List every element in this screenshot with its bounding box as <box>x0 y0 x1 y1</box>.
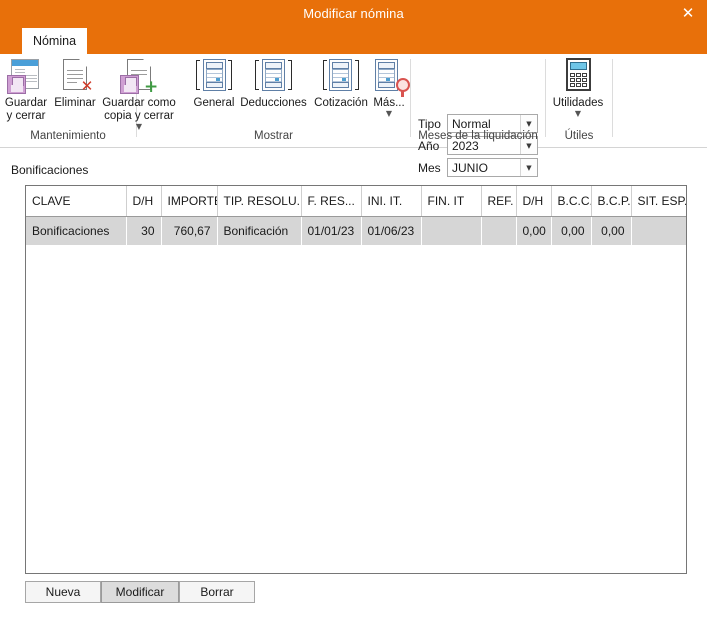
ribbon-button-eliminar[interactable]: ✕ Eliminar <box>52 57 98 110</box>
close-icon[interactable]: ✕ <box>673 0 703 26</box>
ribbon-button-deducciones[interactable]: Deducciones <box>236 57 311 110</box>
col-ini-it[interactable]: INI. IT. <box>361 186 422 217</box>
cell-tip-resolu: Bonificación <box>217 216 301 245</box>
col-dh-2[interactable]: D/H <box>516 186 552 217</box>
title-bar: Modificar nómina ✕ <box>0 0 707 28</box>
col-sit-esp[interactable]: SIT. ESP. <box>631 186 686 217</box>
window-title: Modificar nómina <box>303 6 404 21</box>
ribbon-button-guardar-como-copia-y-cerrar[interactable]: + Guardar como copia y cerrar ▼ <box>98 57 180 131</box>
ribbon-button-mas[interactable]: Más... ▼ <box>369 57 410 118</box>
cell-clave: Bonificaciones <box>26 216 126 245</box>
table-header-row: CLAVE D/H IMPORTE TIP. RESOLU... F. RES.… <box>26 186 686 217</box>
field-label-tipo: Tipo <box>418 117 441 131</box>
chevron-down-icon[interactable]: ▼ <box>369 110 409 118</box>
group-separator <box>612 59 613 137</box>
modificar-button[interactable]: Modificar <box>101 581 179 603</box>
report-general-icon <box>194 57 234 95</box>
ribbon-button-label: Guardar como copia y cerrar <box>102 97 176 122</box>
cell-bcp: 0,00 <box>591 216 631 245</box>
ribbon-button-guardar-y-cerrar[interactable]: Guardar y cerrar <box>2 57 50 123</box>
section-label-bonificaciones: Bonificaciones <box>11 163 89 177</box>
ribbon-button-utilidades[interactable]: Utilidades ▼ <box>548 57 608 118</box>
calculator-icon <box>558 57 598 95</box>
cell-fin-it <box>421 216 481 245</box>
col-fin-it[interactable]: FIN. IT <box>421 186 482 217</box>
borrar-button[interactable]: Borrar <box>179 581 255 603</box>
ribbon-button-label: Eliminar <box>54 97 96 109</box>
group-separator <box>545 59 546 137</box>
bonificaciones-table[interactable]: CLAVE D/H IMPORTE TIP. RESOLU... F. RES.… <box>25 185 687 574</box>
chevron-down-icon[interactable]: ▼ <box>520 159 537 176</box>
col-tip-resolu[interactable]: TIP. RESOLU... <box>217 186 302 217</box>
ribbon-button-label: Guardar y cerrar <box>4 97 48 122</box>
cell-bcc: 0,00 <box>551 216 591 245</box>
cell-sit-esp <box>631 216 686 245</box>
report-more-seal-icon <box>369 57 410 97</box>
tab-nomina[interactable]: Nómina <box>22 28 87 54</box>
delete-document-icon: ✕ <box>55 57 95 95</box>
nueva-button[interactable]: Nueva <box>25 581 101 603</box>
col-dh-1[interactable]: D/H <box>126 186 162 217</box>
ribbon-tab-strip: Nómina <box>0 28 707 54</box>
combo-mes-value: JUNIO <box>452 161 488 175</box>
ribbon-button-label: Deducciones <box>240 97 307 109</box>
col-clave[interactable]: CLAVE <box>26 186 127 217</box>
cell-dh-2: 0,00 <box>516 216 551 245</box>
combo-mes[interactable]: JUNIO ▼ <box>447 158 538 177</box>
save-as-copy-icon: + <box>98 57 180 96</box>
cell-dh-1: 30 <box>126 216 161 245</box>
cell-importe: 760,67 <box>161 216 217 245</box>
ribbon-button-label: General <box>193 97 235 109</box>
ribbon-button-cotizacion[interactable]: Cotización <box>309 57 373 110</box>
report-contribution-icon <box>309 57 373 95</box>
ribbon: Guardar y cerrar ✕ Eliminar + Guardar co… <box>0 54 707 177</box>
col-ref[interactable]: REF. <box>481 186 517 217</box>
col-importe[interactable]: IMPORTE <box>161 186 218 217</box>
ribbon-button-general[interactable]: General <box>190 57 238 110</box>
ribbon-button-label: Cotización <box>314 97 368 109</box>
cell-ini-it: 01/06/23 <box>361 216 421 245</box>
table-row[interactable]: Bonificaciones 30 760,67 Bonificación 01… <box>26 216 686 245</box>
ribbon-group-label-mantenimiento: Mantenimiento <box>30 130 106 142</box>
cell-ref <box>481 216 516 245</box>
col-bcc[interactable]: B.C.C. <box>551 186 592 217</box>
chevron-down-icon[interactable]: ▼ <box>548 110 608 118</box>
col-f-res[interactable]: F. RES... <box>301 186 362 217</box>
report-deductions-icon <box>236 57 311 95</box>
field-label-mes: Mes <box>418 161 441 175</box>
save-and-close-icon <box>6 57 46 95</box>
group-separator <box>410 59 411 137</box>
col-bcp[interactable]: B.C.P. <box>591 186 632 217</box>
ribbon-group-label-mostrar: Mostrar <box>254 130 293 142</box>
ribbon-group-label-utiles: Útiles <box>564 130 594 142</box>
cell-f-res: 01/01/23 <box>301 216 361 245</box>
ribbon-group-label-meses: Meses de la liquidación <box>418 130 538 142</box>
